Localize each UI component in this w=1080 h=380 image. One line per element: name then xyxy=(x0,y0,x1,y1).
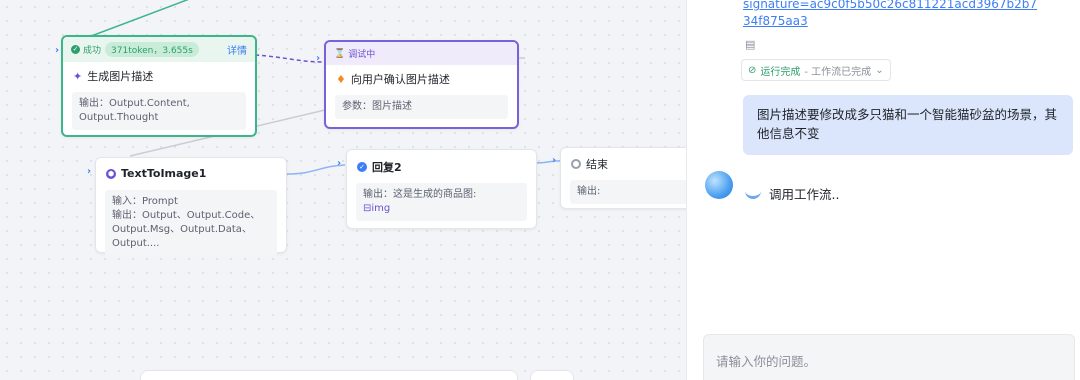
node-title: 回复2 xyxy=(372,161,402,174)
io-box: 输入：Prompt 输出：Output、Output.Code、Output.M… xyxy=(105,190,277,256)
user-confirm-icon: ♦ xyxy=(336,72,346,86)
output-box: 输出: xyxy=(570,180,686,204)
status-bar-running: ⌛ 调试中 xyxy=(326,42,517,65)
params-box: 参数：图片描述 xyxy=(335,95,508,119)
canvas-toolbar[interactable] xyxy=(140,370,518,380)
img-variable-tag: ⊟img xyxy=(363,203,391,214)
chat-input[interactable]: 请输入你的问题。 xyxy=(703,334,1075,380)
node-confirm-description[interactable]: ⌛ 调试中 ♦ 向用户确认图片描述 参数：图片描述 xyxy=(324,40,519,129)
chevron-right-icon: › xyxy=(87,166,92,177)
workflow-canvas[interactable]: ✓ 成功 371token，3.655s 详情 ✦ 生成图片描述 输出：Outp… xyxy=(0,0,686,380)
output-box: 输出：这是生成的商品图: ⊟img xyxy=(356,183,527,221)
image-url-link[interactable]: signature=ac9c0f5b50c26c811221acd3967b2b… xyxy=(743,0,1043,30)
run-status-label: 运行完成 xyxy=(760,66,801,78)
status-bar-success: ✓ 成功 371token，3.655s 详情 xyxy=(63,37,255,62)
token-time-badge: 371token，3.655s xyxy=(105,42,199,57)
node-title: 生成图片描述 xyxy=(87,70,154,83)
run-status-dropdown[interactable]: ⊘ 运行完成 - 工作流已完成 ⌄ xyxy=(741,59,891,81)
output-line: 输出：这是生成的商品图: xyxy=(363,189,477,200)
copy-doc-icon[interactable]: ▤ xyxy=(745,38,755,51)
bot-avatar xyxy=(705,171,733,199)
sparkle-icon: ✦ xyxy=(73,69,83,83)
output-line: 输出：Output、Output.Code、Output.Msg、Output.… xyxy=(112,210,261,249)
debug-chat-panel: signature=ac9c0f5b50c26c811221acd3967b2b… xyxy=(686,0,1080,380)
chevron-right-icon: › xyxy=(337,158,342,169)
check-icon: ✓ xyxy=(71,45,80,54)
canvas-toolbar-secondary[interactable] xyxy=(530,370,574,380)
end-icon xyxy=(571,159,581,169)
bot-message: 调用工作流.. xyxy=(745,184,839,203)
edge-describe-to-confirm xyxy=(254,54,323,63)
user-message: 图片描述要修改成多只猫和一个智能猫砂盆的场景，其他信息不变 xyxy=(743,95,1073,155)
status-label: 调试中 xyxy=(348,50,376,60)
node-text-to-image[interactable]: ⬢ TextToImage1 输入：Prompt 输出：Output、Outpu… xyxy=(95,157,287,256)
output-box: 输出：Output.Content, Output.Thought xyxy=(72,92,246,130)
reply-icon: ✓ xyxy=(357,162,367,172)
node-title: 结束 xyxy=(586,158,608,171)
chevron-right-icon: › xyxy=(55,45,60,56)
run-status-sub: - 工作流已完成 xyxy=(804,66,872,78)
loading-icon xyxy=(745,189,761,199)
node-reply-2[interactable]: ✓ 回复2 输出：这是生成的商品图: ⊟img xyxy=(346,149,537,229)
chevron-right-icon: › xyxy=(316,53,321,64)
hourglass-icon: ⌛ xyxy=(334,48,346,59)
node-title: 向用户确认图片描述 xyxy=(350,73,450,86)
node-title: TextToImage1 xyxy=(121,167,207,180)
node-generate-description[interactable]: ✓ 成功 371token，3.655s 详情 ✦ 生成图片描述 输出：Outp… xyxy=(61,35,257,137)
chevron-down-icon: ⌄ xyxy=(875,64,884,76)
input-line: 输入：Prompt xyxy=(112,196,178,207)
chevron-right-icon: › xyxy=(552,155,557,166)
check-circle-icon: ⊘ xyxy=(748,64,757,76)
bot-message-text: 调用工作流.. xyxy=(769,187,840,202)
detail-link[interactable]: 详情 xyxy=(227,42,247,57)
status-label: 成功 xyxy=(83,46,102,56)
plugin-icon: ⬢ xyxy=(106,168,116,179)
edge-reply-to-end xyxy=(535,160,563,164)
node-end[interactable]: 结束 输出: xyxy=(560,147,686,209)
